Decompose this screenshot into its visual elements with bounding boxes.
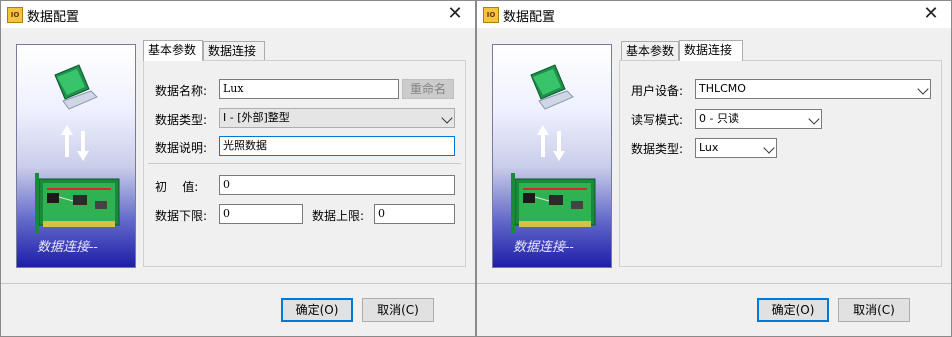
chevron-down-icon xyxy=(917,83,929,95)
data-name-input[interactable]: Lux xyxy=(219,79,399,99)
upper-limit-input[interactable]: 0 xyxy=(374,204,455,224)
illustration-graphic xyxy=(511,64,596,233)
data-config-dialog-connection: IO 数据配置 ✕ 数据连接-- 基本参数 数据连接 用户设备: THLCMO … xyxy=(476,0,952,337)
upper-limit-label: 数据上限: xyxy=(312,209,365,223)
connection-data-type-value: Lux xyxy=(699,141,719,154)
app-io-icon: IO xyxy=(7,7,23,23)
footer-divider xyxy=(477,283,951,284)
data-config-dialog-basic: IO 数据配置 ✕ 数据连接-- 基本参数 数据连接 数据名称: Lux 重命名… xyxy=(0,0,476,337)
illustration-graphic xyxy=(35,64,120,233)
initial-value-input[interactable]: 0 xyxy=(219,175,455,195)
basic-params-panel: 数据名称: Lux 重命名 数据类型: I - [外部]整型 数据说明: 光照数… xyxy=(143,60,466,267)
tab-data-connection[interactable]: 数据连接 xyxy=(203,41,265,60)
user-device-value: THLCMO xyxy=(699,82,746,95)
rename-button[interactable]: 重命名 xyxy=(402,79,454,99)
initial-value-label: 初 值: xyxy=(155,180,199,194)
data-name-label: 数据名称: xyxy=(155,84,208,98)
rw-mode-select[interactable]: 0 - 只读 xyxy=(695,109,822,129)
computer-monitor-icon xyxy=(54,64,98,110)
close-icon[interactable]: ✕ xyxy=(919,3,943,25)
dialog-title: 数据配置 xyxy=(503,10,556,25)
data-connection-panel: 用户设备: THLCMO 读写模式: 0 - 只读 数据类型: Lux xyxy=(619,60,942,267)
rw-mode-value: 0 - 只读 xyxy=(699,112,739,125)
ok-button[interactable]: 确定(O) xyxy=(757,298,829,322)
connection-data-type-label: 数据类型: xyxy=(631,142,684,156)
tab-data-connection[interactable]: 数据连接 xyxy=(679,40,743,61)
illustration-caption: 数据连接-- xyxy=(37,240,98,255)
data-type-value: I - [外部]整型 xyxy=(223,111,290,124)
dialog-title: 数据配置 xyxy=(27,10,80,25)
tab-basic-params[interactable]: 基本参数 xyxy=(143,40,203,61)
footer-divider xyxy=(1,283,475,284)
user-device-label: 用户设备: xyxy=(631,84,684,98)
tab-basic-params[interactable]: 基本参数 xyxy=(621,41,679,60)
title-bar: IO 数据配置 ✕ xyxy=(1,1,475,28)
side-illustration: 数据连接-- xyxy=(16,44,136,268)
app-io-icon: IO xyxy=(483,7,499,23)
rw-mode-label: 读写模式: xyxy=(631,113,684,127)
chevron-down-icon xyxy=(441,112,453,124)
transfer-arrows-icon xyxy=(537,125,565,161)
lower-limit-input[interactable]: 0 xyxy=(219,204,303,224)
data-type-label: 数据类型: xyxy=(155,113,208,127)
chevron-down-icon xyxy=(808,113,820,125)
connection-data-type-select[interactable]: Lux xyxy=(695,138,777,158)
data-description-input[interactable]: 光照数据 xyxy=(219,136,455,156)
computer-monitor-icon xyxy=(530,64,574,110)
illustration-caption: 数据连接-- xyxy=(513,240,574,255)
side-illustration: 数据连接-- xyxy=(492,44,612,268)
title-bar: IO 数据配置 ✕ xyxy=(477,1,951,28)
transfer-arrows-icon xyxy=(61,125,89,161)
data-type-select[interactable]: I - [外部]整型 xyxy=(219,108,455,128)
data-description-label: 数据说明: xyxy=(155,141,208,155)
panel-separator xyxy=(148,163,461,164)
user-device-select[interactable]: THLCMO xyxy=(695,79,931,99)
cancel-button[interactable]: 取消(C) xyxy=(838,298,910,322)
circuit-board-icon xyxy=(511,173,596,233)
cancel-button[interactable]: 取消(C) xyxy=(362,298,434,322)
chevron-down-icon xyxy=(763,142,775,154)
lower-limit-label: 数据下限: xyxy=(155,209,208,223)
ok-button[interactable]: 确定(O) xyxy=(281,298,353,322)
close-icon[interactable]: ✕ xyxy=(443,3,467,25)
circuit-board-icon xyxy=(35,173,120,233)
